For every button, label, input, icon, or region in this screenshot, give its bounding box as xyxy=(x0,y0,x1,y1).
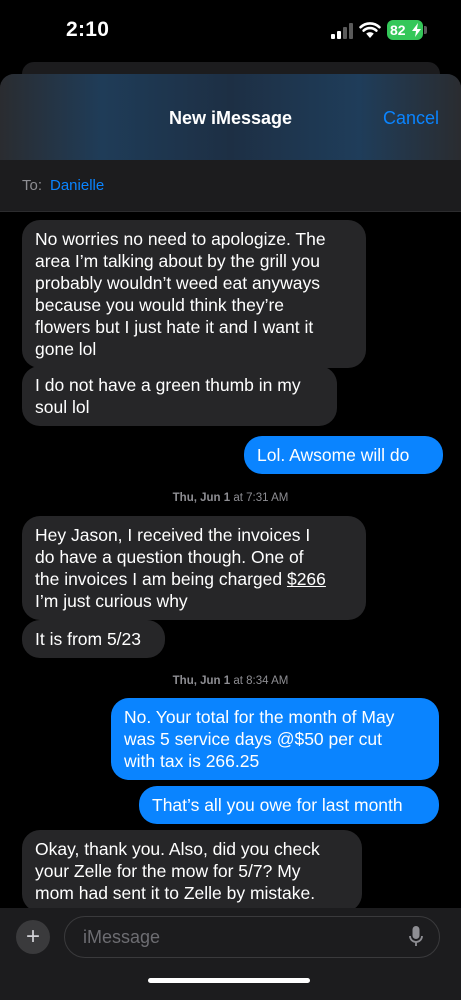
new-message-sheet: New iMessage Cancel To: Danielle No worr… xyxy=(0,74,461,1000)
recipient-token[interactable]: Danielle xyxy=(50,177,104,194)
cancel-button[interactable]: Cancel xyxy=(383,108,439,129)
timestamp-time: at 8:34 AM xyxy=(233,675,289,687)
incoming-message[interactable]: No worries no need to apologize. The are… xyxy=(22,220,366,368)
timestamp-day: Thu, Jun 1 xyxy=(172,492,231,504)
home-indicator[interactable] xyxy=(148,978,310,983)
signal-icon xyxy=(331,23,353,39)
incoming-message[interactable]: Okay, thank you. Also, did you check you… xyxy=(22,830,362,912)
timestamp-day: Thu, Jun 1 xyxy=(172,675,231,687)
incoming-message[interactable]: I do not have a green thumb in my soul l… xyxy=(22,366,337,426)
status-bar: 2:10 82 xyxy=(0,0,461,62)
outgoing-message[interactable]: That’s all you owe for last month xyxy=(139,786,439,824)
charging-bolt-icon xyxy=(412,23,421,37)
input-bar: + xyxy=(0,908,461,1000)
outgoing-message[interactable]: No. Your total for the month of May was … xyxy=(111,698,439,780)
recipient-row[interactable]: To: Danielle xyxy=(0,160,461,212)
message-thread[interactable]: No worries no need to apologize. The are… xyxy=(0,212,461,912)
add-attachment-button[interactable]: + xyxy=(16,920,50,954)
status-time: 2:10 xyxy=(66,18,110,41)
timestamp: Thu, Jun 1 at 7:31 AM xyxy=(0,492,461,504)
timestamp-time: at 7:31 AM xyxy=(233,492,289,504)
charged-amount-link[interactable]: $266 xyxy=(287,569,326,589)
timestamp: Thu, Jun 1 at 8:34 AM xyxy=(0,675,461,687)
battery-nub xyxy=(424,26,427,34)
message-input[interactable] xyxy=(64,916,440,958)
incoming-message[interactable]: Hey Jason, I received the invoices I do … xyxy=(22,516,366,620)
battery-icon: 82 xyxy=(387,20,423,40)
outgoing-message[interactable]: Lol. Awsome will do xyxy=(244,436,443,474)
wifi-icon xyxy=(359,22,381,38)
battery-level: 82 xyxy=(390,22,406,38)
microphone-icon[interactable] xyxy=(408,925,424,949)
incoming-message[interactable]: It is from 5/23 xyxy=(22,620,165,658)
message-text: I’m just curious why xyxy=(35,591,188,611)
plus-icon: + xyxy=(25,923,40,950)
sheet-header: New iMessage Cancel xyxy=(0,74,461,160)
to-label: To: xyxy=(22,177,43,194)
message-text: Hey Jason, I received the invoices I do … xyxy=(35,525,311,589)
